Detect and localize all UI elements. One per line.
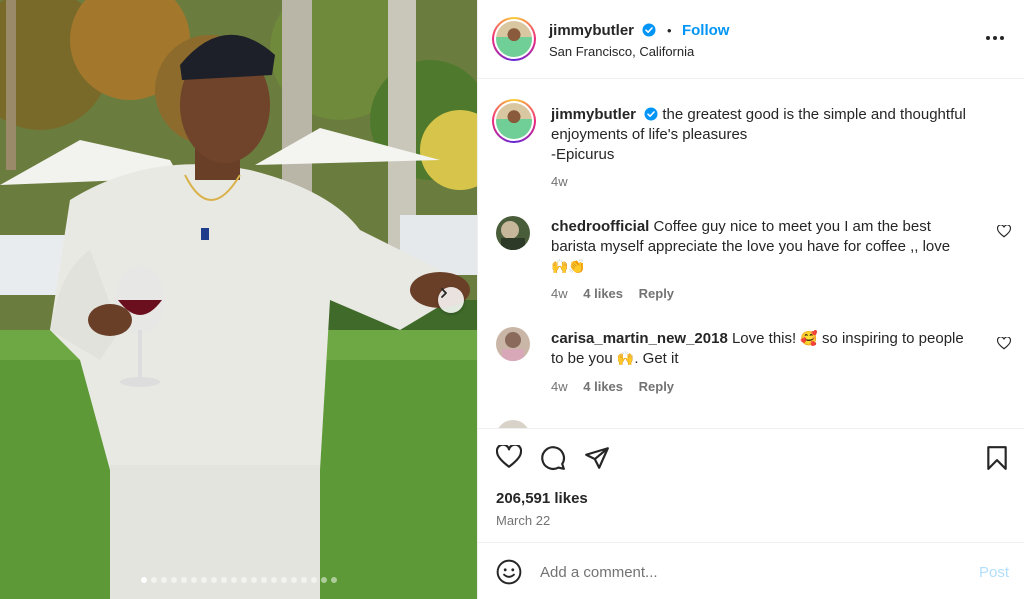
comment-emoji: 🙌	[616, 351, 635, 367]
share-button[interactable]	[584, 445, 610, 476]
action-bar: 206,591 likes March 22	[478, 428, 1024, 542]
comment-emoji: 🥰	[800, 331, 818, 347]
verified-badge-icon	[644, 107, 658, 121]
caption-line-3: -Epicurus	[551, 146, 615, 163]
caption: jimmybutler the greatest good is the sim…	[551, 105, 1001, 165]
post-header: jimmybutler • Follow San Francisco, Cali…	[478, 0, 1024, 79]
post-date[interactable]: March 22	[496, 513, 550, 528]
comment-username[interactable]: chedroofficial	[551, 218, 649, 235]
post-photo[interactable]	[0, 0, 477, 599]
comment-avatar[interactable]	[496, 216, 530, 250]
comment-line-1: Coffee guy nice to meet you I am the bes…	[653, 218, 931, 235]
post-panel: jimmybutler • Follow San Francisco, Cali…	[477, 0, 1024, 599]
author-avatar[interactable]	[492, 17, 536, 61]
caption-author-avatar[interactable]	[492, 99, 536, 143]
carousel-dot	[160, 577, 167, 583]
emoji-picker-button[interactable]	[496, 559, 522, 590]
paper-plane-icon	[585, 447, 609, 469]
save-button[interactable]	[986, 445, 1008, 476]
heart-outline-icon	[996, 224, 1012, 238]
comment-button[interactable]	[540, 445, 566, 476]
carousel-dot	[210, 577, 217, 583]
comment-input[interactable]	[540, 561, 940, 583]
reply-button[interactable]: Reply	[639, 379, 674, 394]
carousel-dot	[220, 577, 227, 583]
more-horizontal-icon	[986, 36, 1004, 40]
carousel-dot	[230, 577, 237, 583]
verified-badge-icon	[642, 23, 656, 37]
comments-list[interactable]: jimmybutler the greatest good is the sim…	[478, 80, 1024, 428]
comment-line-1: Love this!	[731, 330, 797, 347]
smiley-icon	[496, 559, 522, 585]
follow-button[interactable]: Follow	[682, 22, 730, 39]
comment-avatar[interactable]	[496, 420, 530, 428]
heart-outline-icon	[495, 443, 523, 468]
photo-illustration	[0, 0, 477, 599]
header-separator: •	[666, 23, 672, 38]
carousel-dot	[270, 577, 277, 583]
more-options-button[interactable]	[985, 28, 1005, 46]
comment-likes[interactable]: 4 likes	[583, 286, 623, 301]
carousel-indicator	[0, 577, 477, 583]
carousel-dot	[250, 577, 257, 583]
comment-time[interactable]: 4w	[551, 286, 568, 301]
carousel-dot	[190, 577, 197, 583]
bookmark-icon	[987, 446, 1007, 470]
carousel-dot	[290, 577, 297, 583]
comment-composer: Post	[478, 542, 1024, 599]
reply-button[interactable]: Reply	[639, 286, 674, 301]
caption-time[interactable]: 4w	[551, 174, 568, 189]
comment-avatar[interactable]	[496, 327, 530, 361]
carousel-dot	[300, 577, 307, 583]
comment-meta: 4w 4 likes Reply	[551, 379, 674, 394]
likes-count[interactable]: 206,591 likes	[496, 490, 588, 507]
caption-username[interactable]: jimmybutler	[551, 106, 636, 123]
carousel-dot	[310, 577, 317, 583]
carousel-dot	[140, 577, 147, 583]
comment-line-2: to be you	[551, 350, 613, 367]
carousel-dot	[320, 577, 327, 583]
post-comment-button[interactable]: Post	[979, 564, 1009, 581]
heart-outline-icon	[996, 336, 1012, 350]
carousel-dot	[280, 577, 287, 583]
comment-line-2: barista myself appreciate the love you h…	[551, 238, 951, 255]
comment-meta: 4w 4 likes Reply	[551, 286, 674, 301]
author-username[interactable]: jimmybutler	[549, 22, 634, 39]
carousel-dot	[260, 577, 267, 583]
carousel-dot	[170, 577, 177, 583]
comment-emoji: 🙌👏	[551, 259, 586, 275]
comment-line-2-rest: . Get it	[634, 350, 679, 367]
comment-line-1-rest: so inspiring to people	[821, 330, 964, 347]
caption-line-2: enjoyments of life's pleasures	[551, 126, 748, 143]
like-comment-button[interactable]	[996, 224, 1012, 243]
carousel-dot	[150, 577, 157, 583]
carousel-dot	[200, 577, 207, 583]
comment-text: carisa_martin_new_2018 Love this! 🥰 so i…	[551, 329, 981, 369]
like-comment-button[interactable]	[996, 336, 1012, 355]
carousel-dot	[330, 577, 337, 583]
like-button[interactable]	[495, 443, 523, 474]
comment-text: chedroofficial Coffee guy nice to meet y…	[551, 217, 981, 277]
carousel-dot	[240, 577, 247, 583]
next-photo-button[interactable]	[438, 287, 464, 313]
comment-bubble-icon	[541, 446, 565, 471]
carousel-dot	[180, 577, 187, 583]
comment-username[interactable]: carisa_martin_new_2018	[551, 330, 728, 347]
chevron-right-icon	[441, 288, 447, 298]
comment-time[interactable]: 4w	[551, 379, 568, 394]
comment-likes[interactable]: 4 likes	[583, 379, 623, 394]
caption-line-1: the greatest good is the simple and thou…	[662, 106, 966, 123]
post-location[interactable]: San Francisco, California	[549, 44, 694, 59]
